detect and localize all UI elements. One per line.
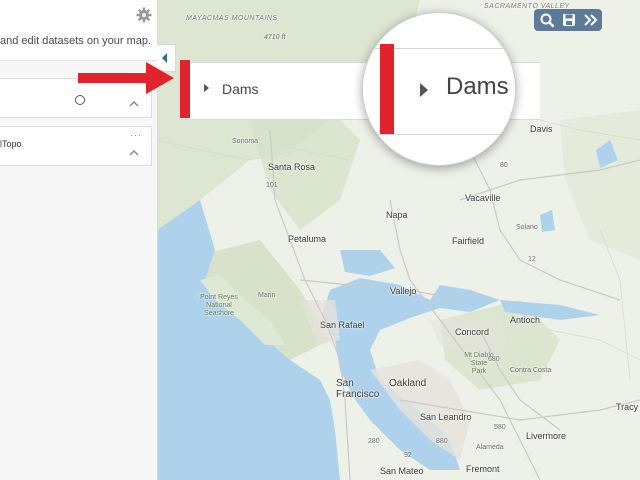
label-petaluma: Petaluma bbox=[288, 234, 327, 244]
label-solano: Solano bbox=[516, 224, 538, 231]
magnifier-callout: Dams bbox=[362, 12, 516, 166]
map-toolbar bbox=[534, 9, 602, 31]
label-livermore: Livermore bbox=[526, 431, 567, 441]
double-chevron-icon[interactable] bbox=[580, 9, 602, 31]
expand-caret-icon[interactable] bbox=[204, 84, 209, 92]
label-san-leandro: San Leandro bbox=[420, 412, 472, 422]
more-options-icon[interactable]: ··· bbox=[130, 130, 142, 140]
highlight-bar bbox=[180, 60, 190, 118]
label-vacaville: Vacaville bbox=[465, 193, 501, 203]
magnified-label-dams: Dams bbox=[446, 73, 509, 100]
label-sonoma: Sonoma bbox=[232, 138, 259, 145]
label-hwy-12: 12 bbox=[528, 256, 536, 263]
label-elevation: 4710 ft bbox=[264, 34, 286, 41]
label-contra-costa: Contra Costa bbox=[510, 367, 552, 374]
label-santa-rosa: Santa Rosa bbox=[268, 162, 316, 172]
label-concord: Concord bbox=[455, 327, 490, 337]
red-arrow-icon bbox=[78, 62, 174, 94]
label-vallejo: Vallejo bbox=[390, 286, 417, 296]
gear-icon[interactable] bbox=[136, 7, 152, 23]
panel-description: and edit datasets on your map. bbox=[0, 35, 152, 47]
label-hwy-580: 580 bbox=[494, 424, 506, 431]
label-oakland: Oakland bbox=[389, 378, 427, 389]
visibility-radio[interactable] bbox=[75, 95, 85, 105]
label-fremont: Fremont bbox=[466, 464, 500, 474]
label-san-rafael: San Rafael bbox=[320, 320, 365, 330]
label-hwy-92: 92 bbox=[404, 452, 412, 459]
label-san-francisco: San Francisco bbox=[336, 378, 380, 400]
label-antioch: Antioch bbox=[510, 315, 541, 325]
label-hwy-280: 280 bbox=[368, 438, 380, 445]
label-hwy-680: 680 bbox=[488, 356, 500, 363]
label-tracy: Tracy bbox=[616, 402, 639, 412]
label-fairfield: Fairfield bbox=[452, 236, 485, 246]
layer-label-dams[interactable]: Dams bbox=[222, 81, 259, 97]
label-alameda: Alameda bbox=[476, 444, 504, 451]
layer-card-title: lTopo bbox=[0, 139, 22, 149]
layer-card-basemap[interactable]: ··· lTopo bbox=[0, 126, 152, 166]
label-hwy-80: 80 bbox=[500, 162, 508, 169]
panel-header: and edit datasets on your map. bbox=[0, 0, 157, 61]
label-napa: Napa bbox=[386, 210, 408, 220]
save-icon[interactable] bbox=[558, 9, 580, 31]
label-hwy-880: 880 bbox=[436, 438, 448, 445]
label-point-reyes: Point Reyes National Seashore bbox=[200, 294, 238, 317]
label-marin: Marin bbox=[258, 292, 276, 299]
label-san-mateo: San Mateo bbox=[380, 466, 424, 476]
magnified-highlight-bar bbox=[380, 44, 394, 134]
chevron-up-icon[interactable] bbox=[129, 99, 139, 109]
label-mayacmas-mountains: MAYACMAS MOUNTAINS bbox=[186, 15, 278, 22]
label-hwy-101: 101 bbox=[266, 182, 278, 189]
chevron-up-icon[interactable] bbox=[129, 148, 139, 158]
label-davis: Davis bbox=[530, 124, 553, 134]
magnified-caret-icon bbox=[420, 83, 428, 97]
search-icon[interactable] bbox=[536, 9, 558, 31]
